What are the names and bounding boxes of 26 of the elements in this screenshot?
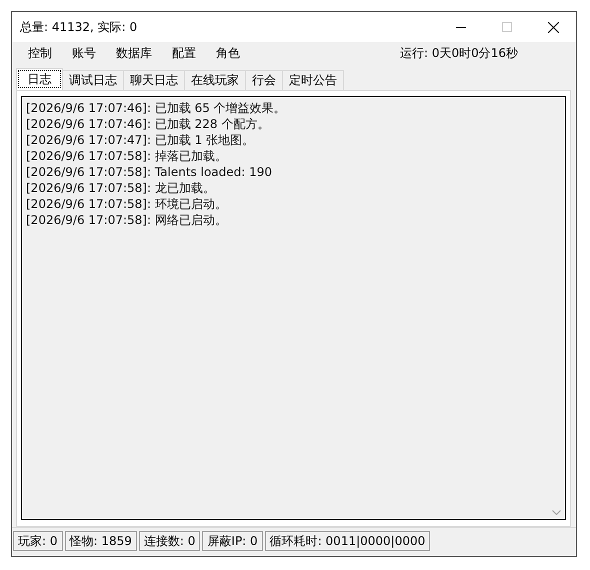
log-line: [2026/9/6 17:07:46]: 已加载 65 个增益效果。 [26,100,287,116]
maximize-icon [502,22,512,32]
status-cell: 循环耗时: 0011|0000|0000 [264,531,430,552]
menu-item[interactable]: 数据库 [106,42,162,65]
status-cell: 玩家: 0 [13,531,62,552]
minimize-icon [456,26,466,28]
log-line: [2026/9/6 17:07:58]: 龙已加载。 [26,180,216,196]
tab[interactable]: 日志 [16,68,63,90]
tab[interactable]: 定时公告 [282,70,344,90]
uptime-label: 运行: 0天0时0分16秒 [400,45,518,62]
menu-item[interactable]: 角色 [206,42,250,65]
scroll-down-icon[interactable] [552,510,561,516]
log-line: [2026/9/6 17:07:58]: 网络已启动。 [26,212,228,228]
window-title: 总量: 41132, 实际: 0 [20,18,138,36]
log-line: [2026/9/6 17:07:58]: 环境已启动。 [26,196,228,212]
menu-item[interactable]: 控制 [18,42,62,65]
close-icon [548,22,558,32]
log-line: [2026/9/6 17:07:46]: 已加载 228 个配方。 [26,116,270,132]
menu-item[interactable]: 账号 [62,42,106,65]
log-line: [2026/9/6 17:07:58]: Talents loaded: 190 [26,164,274,180]
menu-item[interactable]: 配置 [162,42,206,65]
status-cell: 怪物: 1859 [64,531,137,552]
status-cell: 连接数: 0 [138,531,200,552]
log-line: [2026/9/6 17:07:47]: 已加载 1 张地图。 [26,132,256,148]
log-line: [2026/9/6 17:07:58]: 掉落已加载。 [26,148,228,164]
status-cell: 屏蔽IP: 0 [202,531,263,552]
